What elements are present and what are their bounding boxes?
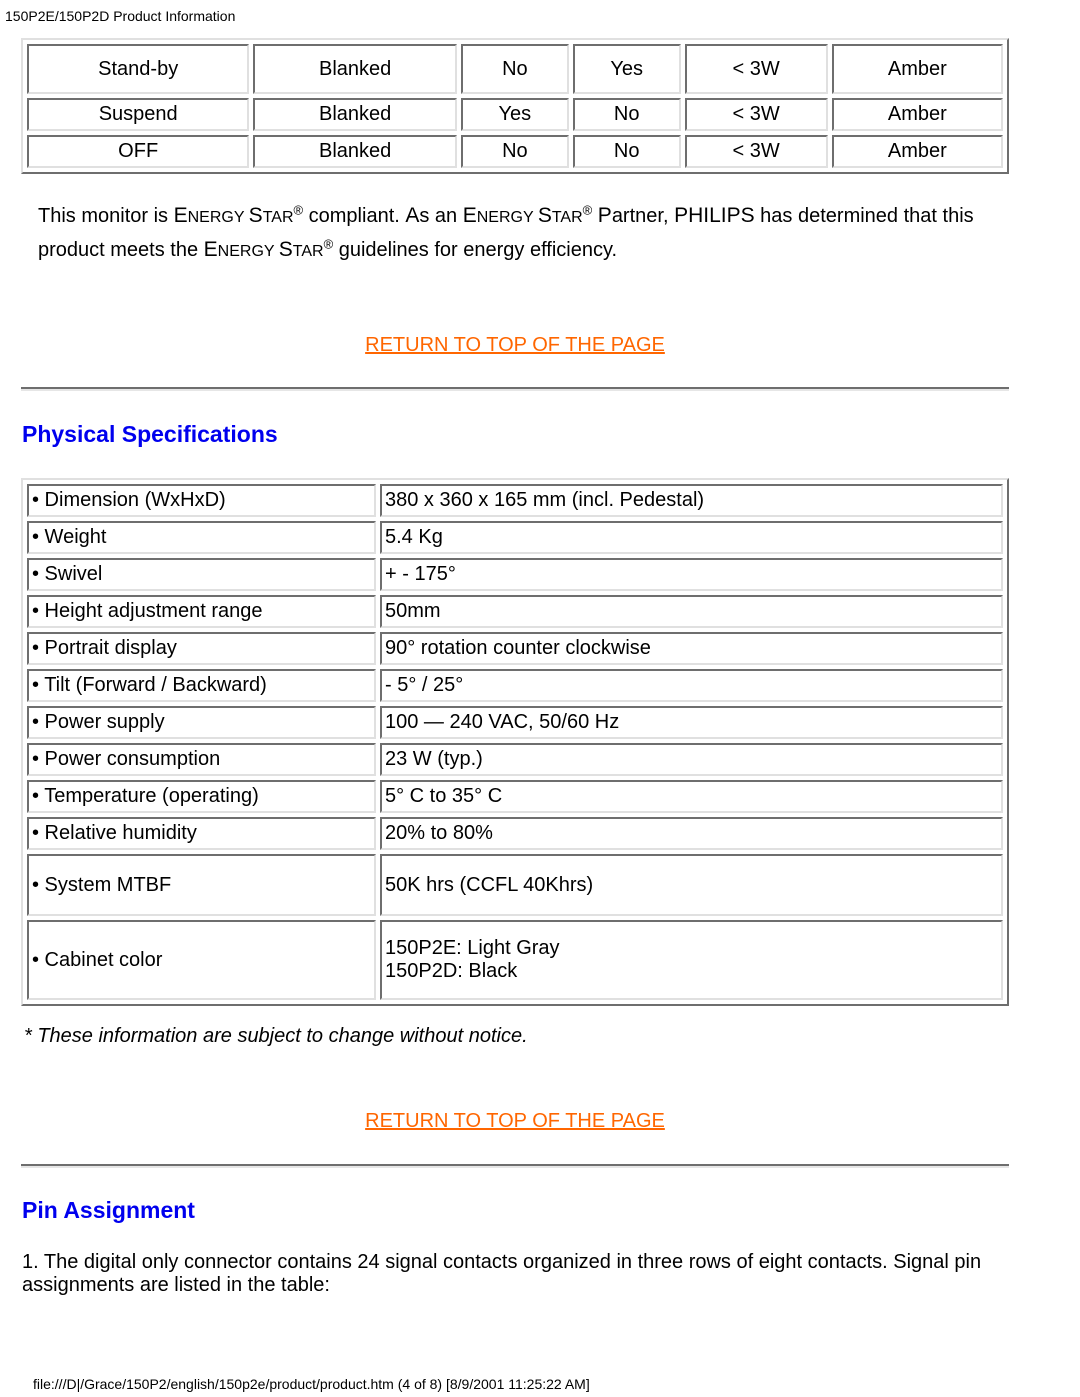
table-cell: No: [460, 135, 569, 168]
table-cell: OFF: [27, 135, 250, 168]
spec-label: • Cabinet color: [27, 920, 376, 1000]
table-row: • Temperature (operating) 5° C to 35° C: [27, 780, 1003, 813]
table-row: • Tilt (Forward / Backward) - 5° / 25°: [27, 669, 1003, 702]
table-cell: Amber: [831, 98, 1003, 131]
table-row: OFF Blanked No No < 3W Amber: [27, 135, 1003, 168]
spec-value: 5.4 Kg: [380, 521, 1003, 554]
spec-value: 150P2E: Light Gray 150P2D: Black: [380, 920, 1003, 1000]
text-run: NERGY: [217, 243, 279, 260]
spec-value-line: 150P2D: Black: [385, 960, 518, 982]
horizontal-divider: [21, 387, 1009, 391]
table-cell: Blanked: [253, 44, 457, 94]
energy-star-statement: This monitor is ENERGY STAR® compliant. …: [38, 200, 998, 268]
page-footer-path: file:///D|/Grace/150P2/english/150p2e/pr…: [33, 1376, 590, 1392]
page-header-title: 150P2E/150P2D Product Information: [5, 8, 236, 24]
physical-specifications-table: • Dimension (WxHxD) 380 x 360 x 165 mm (i…: [21, 478, 1009, 1006]
text-run: NERGY: [476, 209, 538, 226]
section-title-pin-assignment: Pin Assignment: [22, 1197, 195, 1223]
spec-value: 20% to 80%: [380, 817, 1003, 850]
table-row: • Cabinet color 150P2E: Light Gray 150P2D:…: [27, 920, 1003, 1000]
power-management-table: Stand-by Blanked No Yes < 3W Amber Suspe…: [21, 38, 1009, 174]
text-run: This monitor is: [38, 205, 174, 227]
spec-label: • Power supply: [27, 706, 376, 739]
table-row: • Power consumption 23 W (typ.): [27, 743, 1003, 776]
table-row: • Relative humidity 20% to 80%: [27, 817, 1003, 850]
spec-value: + - 175°: [380, 558, 1003, 591]
spec-value: 100 — 240 VAC, 50/60 Hz: [380, 706, 1003, 739]
spec-value: 50mm: [380, 595, 1003, 628]
horizontal-divider: [21, 1164, 1009, 1168]
spec-label: • Swivel: [27, 558, 376, 591]
text-run: S: [537, 204, 552, 227]
table-cell: Yes: [460, 98, 569, 131]
text-run: P: [597, 204, 612, 227]
table-row: • Height adjustment range 50mm: [27, 595, 1003, 628]
spec-label: • Temperature (operating): [27, 780, 376, 813]
spec-label: • Relative humidity: [27, 817, 376, 850]
table-row: • Portrait display 90° rotation counter c…: [27, 632, 1003, 665]
table-cell: No: [460, 44, 569, 94]
registered-mark: ®: [293, 202, 304, 218]
text-run: compliant.: [303, 205, 406, 227]
text-run: artner,: [611, 205, 675, 227]
table-cell: < 3W: [684, 135, 828, 168]
table-cell: No: [572, 135, 681, 168]
return-to-top-link[interactable]: RETURN TO TOP OF THE PAGE: [0, 1110, 1030, 1133]
table-cell: No: [572, 98, 681, 131]
registered-mark: ®: [582, 202, 593, 218]
spec-label: • Weight: [27, 521, 376, 554]
pin-assignment-description: 1. The digital only connector contains 2…: [22, 1251, 982, 1296]
registered-mark: ®: [323, 236, 334, 252]
change-notice: * These information are subject to chang…: [24, 1025, 528, 1047]
table-cell: Suspend: [27, 98, 250, 131]
text-run: TAR: [262, 209, 294, 226]
text-run: TAR: [551, 209, 583, 226]
table-row: Stand-by Blanked No Yes < 3W Amber: [27, 44, 1003, 94]
spec-label: • Portrait display: [27, 632, 376, 665]
table-row: • Power supply 100 — 240 VAC, 50/60 Hz: [27, 706, 1003, 739]
brand-name: PHILIPS: [674, 204, 755, 227]
spec-value: 380 x 360 x 165 mm (incl. Pedestal): [380, 484, 1003, 517]
text-run: guidelines for energy efficiency.: [333, 239, 618, 261]
table-row: • System MTBF 50K hrs (CCFL 40Khrs): [27, 854, 1003, 916]
table-cell: Blanked: [253, 135, 457, 168]
table-row: • Swivel + - 175°: [27, 558, 1003, 591]
spec-value: 23 W (typ.): [380, 743, 1003, 776]
text-run: s an: [419, 205, 463, 227]
table-row: • Dimension (WxHxD) 380 x 360 x 165 mm (i…: [27, 484, 1003, 517]
spec-value: - 5° / 25°: [380, 669, 1003, 702]
text-run: S: [278, 238, 293, 261]
table-cell: Stand-by: [27, 44, 250, 94]
spec-label: • Height adjustment range: [27, 595, 376, 628]
text-run: TAR: [292, 243, 324, 260]
spec-value: 50K hrs (CCFL 40Khrs): [380, 854, 1003, 916]
spec-label: • Tilt (Forward / Backward): [27, 669, 376, 702]
return-to-top-link[interactable]: RETURN TO TOP OF THE PAGE: [0, 334, 1030, 357]
table-cell: < 3W: [684, 44, 828, 94]
table-cell: < 3W: [684, 98, 828, 131]
text-run: E: [462, 204, 477, 227]
table-cell: Amber: [831, 135, 1003, 168]
text-run: S: [248, 204, 263, 227]
spec-label: • System MTBF: [27, 854, 376, 916]
text-run: E: [203, 238, 218, 261]
text-run: A: [405, 204, 420, 227]
text-run: NERGY: [187, 209, 249, 226]
spec-label: • Dimension (WxHxD): [27, 484, 376, 517]
spec-label: • Power consumption: [27, 743, 376, 776]
table-cell: Amber: [831, 44, 1003, 94]
table-cell: Blanked: [253, 98, 457, 131]
table-cell: Yes: [572, 44, 681, 94]
section-title-physical-specifications: Physical Specifications: [22, 421, 278, 447]
table-row: Suspend Blanked Yes No < 3W Amber: [27, 98, 1003, 131]
spec-value: 90° rotation counter clockwise: [380, 632, 1003, 665]
spec-value: 5° C to 35° C: [380, 780, 1003, 813]
spec-value-line: 150P2E: Light Gray: [385, 937, 560, 959]
text-run: E: [173, 204, 188, 227]
table-row: • Weight 5.4 Kg: [27, 521, 1003, 554]
